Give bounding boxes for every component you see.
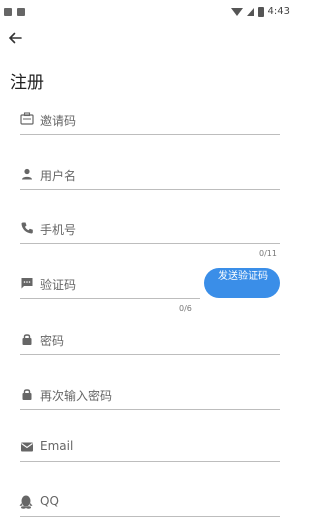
invite-code-field[interactable]: 邀请码 xyxy=(20,108,280,135)
send-code-button[interactable]: 发送验证码 xyxy=(204,268,280,298)
qq-field[interactable]: QQ xyxy=(19,490,280,517)
status-bar: 4:43 xyxy=(0,0,296,24)
status-time: 4:43 xyxy=(267,6,290,17)
page-title: 注册 xyxy=(10,73,44,93)
message-icon xyxy=(21,278,33,289)
field-label: 邀请码 xyxy=(40,114,77,128)
lock-icon xyxy=(22,389,32,400)
person-icon xyxy=(22,168,32,180)
email-icon xyxy=(21,442,33,452)
email-field[interactable]: Email xyxy=(20,436,280,462)
field-label: QQ xyxy=(40,494,59,508)
lock-icon xyxy=(22,334,32,345)
field-label: 用户名 xyxy=(40,169,77,183)
code-counter: 0/6 xyxy=(179,304,192,313)
field-label: 手机号 xyxy=(40,223,77,237)
signal-icon xyxy=(246,7,254,16)
verification-code-field[interactable]: 验证码 xyxy=(20,271,200,299)
field-label: 再次输入密码 xyxy=(40,389,113,403)
confirm-password-field[interactable]: 再次输入密码 xyxy=(20,383,280,410)
phone-field[interactable]: 手机号 xyxy=(20,217,280,244)
system-status: 4:43 xyxy=(230,6,290,17)
phone-counter: 0/11 xyxy=(259,249,277,258)
wifi-icon xyxy=(230,7,243,16)
qq-icon xyxy=(19,495,33,509)
app-notification-icon xyxy=(17,8,25,16)
field-label: 验证码 xyxy=(40,278,77,292)
battery-icon xyxy=(257,6,264,17)
field-label: 密码 xyxy=(40,334,65,348)
image-notification-icon xyxy=(4,8,12,16)
notification-icons xyxy=(4,8,25,16)
card-icon xyxy=(20,112,34,125)
back-arrow-icon[interactable] xyxy=(6,29,24,47)
username-field[interactable]: 用户名 xyxy=(20,163,280,190)
phone-icon xyxy=(21,222,33,234)
password-field[interactable]: 密码 xyxy=(20,328,280,355)
field-label: Email xyxy=(40,439,74,453)
